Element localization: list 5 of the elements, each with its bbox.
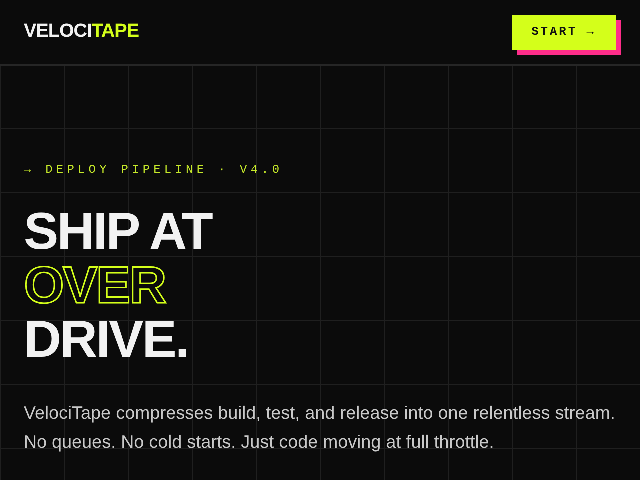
eyebrow-label: → DEPLOY PIPELINE · V4.0 [24, 162, 284, 178]
logo: VELOCITAPE [24, 21, 139, 43]
start-button[interactable]: START → [512, 14, 616, 50]
headline: SHIP AT OVER DRIVE. [24, 205, 214, 367]
description: VelociTape compresses build, test, and release into one relentless stream. No queues. No cold starts. Just code moving at full throttle. [24, 402, 616, 454]
